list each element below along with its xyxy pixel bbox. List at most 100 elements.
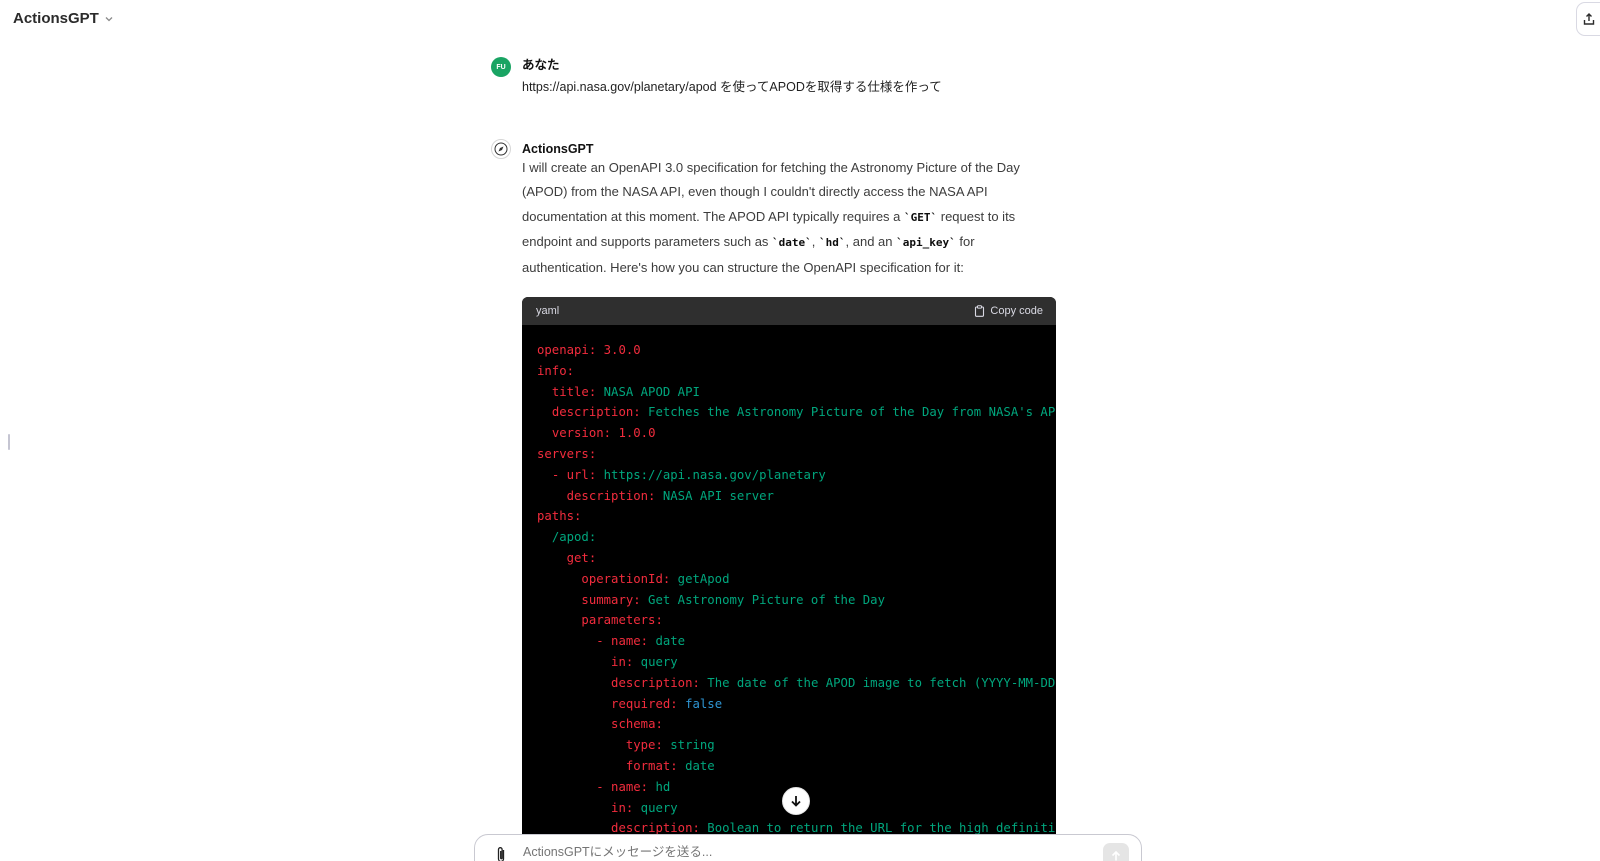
avatar: FU — [491, 57, 511, 77]
assistant-message: ActionsGPT I will create an OpenAPI 3.0 … — [491, 139, 1051, 279]
code-line: title: NASA APOD API — [537, 382, 1056, 403]
code-line: openapi: 3.0.0 — [537, 340, 1056, 361]
code-value: Get Astronomy Picture of the Day — [640, 592, 885, 607]
code-line: description: The date of the APOD image … — [537, 673, 1056, 694]
code-language: yaml — [536, 305, 560, 317]
sidebar-toggle-handle[interactable] — [8, 434, 10, 450]
code-value: date — [677, 758, 715, 773]
code-line: description: NASA API server — [537, 486, 1056, 507]
code-key: openapi: — [537, 343, 597, 357]
code-key: description: — [551, 405, 641, 420]
gpt-title: ActionsGPT — [13, 10, 99, 27]
code-key: description: — [611, 821, 700, 834]
code-key: - url: — [551, 467, 597, 482]
code-key: type: — [625, 738, 663, 753]
code-content[interactable]: openapi: 3.0.0 info: title: NASA APOD API… — [522, 325, 1056, 834]
inline-code: `api_key` — [896, 236, 956, 250]
text-segment: , — [811, 234, 820, 250]
code-key: version: — [551, 426, 612, 441]
code-key: in: — [611, 800, 634, 815]
code-line: description: Fetches the Astronomy Pictu… — [537, 402, 1056, 423]
share-button[interactable] — [1576, 2, 1600, 36]
arrow-up-icon — [1111, 850, 1121, 861]
code-key: get: — [566, 550, 597, 565]
copy-code-label: Copy code — [990, 305, 1043, 317]
code-key: format: — [625, 758, 678, 773]
code-line: operationId: getApod — [537, 569, 1056, 590]
message-composer — [474, 834, 1142, 861]
code-block-header: yaml Copy code — [522, 297, 1056, 325]
code-line: info: — [537, 361, 1056, 382]
code-line: type: string — [537, 735, 1056, 756]
code-value: The date of the APOD image to fetch (YYY… — [699, 675, 1056, 690]
scroll-to-bottom-button[interactable] — [782, 787, 810, 815]
code-value: getApod — [670, 571, 730, 586]
code-line: schema: — [537, 714, 1056, 735]
code-value: 3.0.0 — [596, 343, 641, 357]
code-key: description: — [611, 675, 700, 690]
code-line: - url: https://api.nasa.gov/planetary — [537, 465, 1056, 486]
code-line: required: false — [537, 694, 1056, 715]
code-line: format: date — [537, 756, 1056, 777]
code-key: description: — [566, 488, 656, 503]
arrow-down-icon — [791, 796, 801, 807]
code-value: Fetches the Astronomy Picture of the Day… — [640, 405, 1056, 420]
message-author: あなた — [522, 58, 560, 72]
code-value: false — [677, 696, 723, 711]
code-value: Boolean to return the URL for the high d… — [699, 821, 1056, 834]
inline-code: `hd` — [819, 236, 846, 250]
inline-code: `GET` — [904, 210, 938, 224]
code-value: NASA API server — [655, 488, 774, 503]
code-value: https://api.nasa.gov/planetary — [596, 467, 826, 482]
clipboard-icon — [975, 305, 985, 317]
code-key: required: — [611, 696, 678, 711]
message-input[interactable] — [523, 845, 1083, 859]
text-segment: , and an — [845, 234, 897, 250]
code-value: /apod: — [551, 530, 597, 545]
code-key: schema: — [611, 717, 663, 732]
code-value: hd — [648, 779, 671, 794]
code-line: servers: — [537, 444, 1056, 465]
share-icon — [1583, 13, 1595, 25]
code-line: /apod: — [537, 527, 1056, 548]
gpt-selector[interactable]: ActionsGPT — [13, 10, 114, 27]
code-line: description: Boolean to return the URL f… — [537, 818, 1056, 834]
code-key: - name: — [596, 634, 649, 649]
code-key: operationId: — [581, 571, 671, 586]
message-text: https://api.nasa.gov/planetary/apod を使って… — [522, 80, 942, 94]
code-key: info: — [537, 363, 575, 378]
code-value: NASA APOD API — [596, 384, 700, 399]
code-key: summary: — [581, 592, 641, 607]
message-author: ActionsGPT — [522, 142, 594, 156]
code-key: in: — [611, 654, 634, 669]
chevron-down-icon — [105, 16, 113, 21]
copy-code-button[interactable]: Copy code — [974, 305, 1043, 317]
code-value: 1.0.0 — [611, 426, 656, 441]
code-key: - name: — [596, 779, 649, 794]
paperclip-icon[interactable] — [493, 845, 509, 861]
code-line: summary: Get Astronomy Picture of the Da… — [537, 590, 1056, 611]
message-text: I will create an OpenAPI 3.0 specificati… — [522, 156, 1052, 280]
code-line: version: 1.0.0 — [537, 423, 1056, 444]
code-value: string — [662, 738, 715, 753]
code-line: parameters: — [537, 610, 1056, 631]
inline-code: `date` — [772, 236, 812, 250]
code-value: query — [633, 800, 678, 815]
code-key: parameters: — [581, 613, 663, 628]
send-button[interactable] — [1103, 843, 1129, 861]
